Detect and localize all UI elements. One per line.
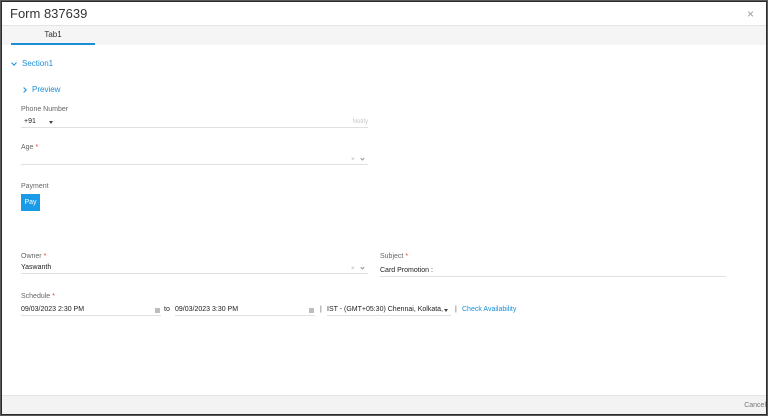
schedule-label-text: Schedule xyxy=(21,293,51,300)
tab-tab1[interactable]: Tab1 xyxy=(11,26,95,45)
timezone-value: IST - (GMT+05:30) Chennai, Kolkata, xyxy=(327,306,444,313)
owner-label: Owner * xyxy=(21,253,46,260)
owner-required-mark: * xyxy=(43,253,47,260)
schedule-required-mark: * xyxy=(52,293,55,300)
schedule-start-value: 09/03/2023 2:30 PM xyxy=(21,306,85,313)
clear-icon[interactable]: × xyxy=(351,155,355,165)
subject-label-text: Subject xyxy=(380,253,404,260)
chevron-down-icon xyxy=(11,59,17,66)
close-icon[interactable]: × xyxy=(747,8,754,20)
schedule-separator: | xyxy=(320,306,322,313)
calendar-icon[interactable] xyxy=(155,308,160,313)
dialog-title: Form 837639 xyxy=(10,6,88,21)
dialog-footer: Cancel xyxy=(2,395,766,414)
form-dialog: Form 837639 × Tab1 Section1 Preview Phon… xyxy=(1,1,767,415)
country-code-dropdown-icon[interactable] xyxy=(49,121,53,124)
schedule-end-input[interactable]: 09/03/2023 3:30 PM xyxy=(175,305,315,316)
age-label-text: Age xyxy=(21,144,34,151)
owner-select[interactable]: Yaswanth × xyxy=(21,263,368,274)
schedule-to-label: to xyxy=(164,306,170,313)
subject-input[interactable]: Card Promotion : xyxy=(380,266,726,277)
chevron-down-icon[interactable] xyxy=(360,265,365,270)
subject-value: Card Promotion : xyxy=(380,267,433,274)
timezone-select[interactable]: IST - (GMT+05:30) Chennai, Kolkata, xyxy=(327,305,451,316)
chevron-right-icon xyxy=(21,86,27,93)
payment-label-text: Payment xyxy=(21,183,49,190)
timezone-dropdown-icon[interactable] xyxy=(444,309,448,312)
section-header[interactable]: Section1 xyxy=(11,59,54,68)
age-required-mark: * xyxy=(35,144,39,151)
subject-required-mark: * xyxy=(405,253,409,260)
calendar-icon[interactable] xyxy=(309,308,314,313)
cancel-button[interactable]: Cancel xyxy=(744,402,766,409)
country-code: +91 xyxy=(24,118,36,125)
section-label: Section1 xyxy=(22,59,54,68)
schedule-separator: | xyxy=(455,306,457,313)
phone-number-field[interactable]: +91 Notify xyxy=(21,117,368,128)
schedule-start-input[interactable]: 09/03/2023 2:30 PM xyxy=(21,305,161,316)
age-select[interactable]: × xyxy=(21,154,368,165)
title-bar: Form 837639 × xyxy=(2,2,766,26)
check-availability-link[interactable]: Check Availability xyxy=(462,306,516,313)
clear-icon[interactable]: × xyxy=(351,264,355,274)
chevron-down-icon[interactable] xyxy=(360,156,365,161)
age-label: Age * xyxy=(21,144,38,151)
schedule-label: Schedule * xyxy=(21,293,55,300)
subject-label: Subject * xyxy=(380,253,408,260)
payment-label: Payment xyxy=(21,183,49,190)
preview-label: Preview xyxy=(32,85,61,94)
owner-label-text: Owner xyxy=(21,253,42,260)
owner-value: Yaswanth xyxy=(21,264,52,271)
tab-bar: Tab1 xyxy=(2,26,766,45)
phone-number-label: Phone Number xyxy=(21,106,68,113)
phone-number-label-text: Phone Number xyxy=(21,106,69,113)
schedule-end-value: 09/03/2023 3:30 PM xyxy=(175,306,239,313)
pay-button[interactable]: Pay xyxy=(21,194,40,211)
preview-toggle[interactable]: Preview xyxy=(21,85,61,94)
phone-placeholder: Notify xyxy=(352,119,368,125)
